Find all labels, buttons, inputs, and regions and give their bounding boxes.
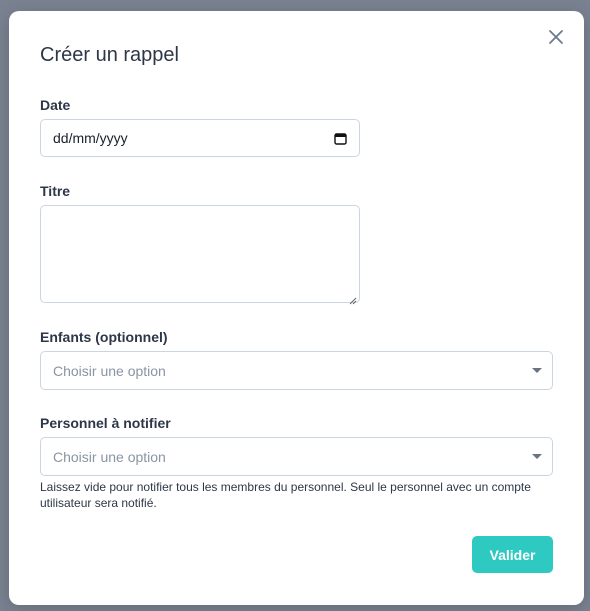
date-label: Date (40, 97, 71, 113)
title-label: Titre (40, 183, 71, 199)
resize-handle-icon[interactable] (349, 292, 357, 305)
create-reminder-modal: Créer un rappel Date dd/mm/yyyy Titre En… (9, 11, 584, 605)
chevron-down-icon (532, 368, 542, 373)
children-select[interactable]: Choisir une option (40, 351, 553, 390)
date-input[interactable]: dd/mm/yyyy (40, 119, 360, 157)
submit-button[interactable]: Valider (472, 536, 553, 573)
date-input-value: dd/mm/yyyy (53, 130, 128, 146)
close-button[interactable] (546, 29, 566, 49)
staff-help-text: Laissez vide pour notifier tous les memb… (40, 480, 531, 510)
staff-select-placeholder: Choisir une option (53, 448, 166, 465)
calendar-icon[interactable] (333, 131, 347, 145)
title-textarea[interactable] (40, 205, 360, 305)
children-select-placeholder: Choisir une option (53, 362, 166, 379)
staff-select[interactable]: Choisir une option (40, 437, 553, 476)
close-icon (548, 29, 564, 50)
children-label: Enfants (optionnel) (40, 329, 168, 345)
staff-label: Personnel à notifier (40, 415, 171, 431)
modal-title: Créer un rappel (40, 44, 179, 66)
chevron-down-icon (532, 454, 542, 459)
